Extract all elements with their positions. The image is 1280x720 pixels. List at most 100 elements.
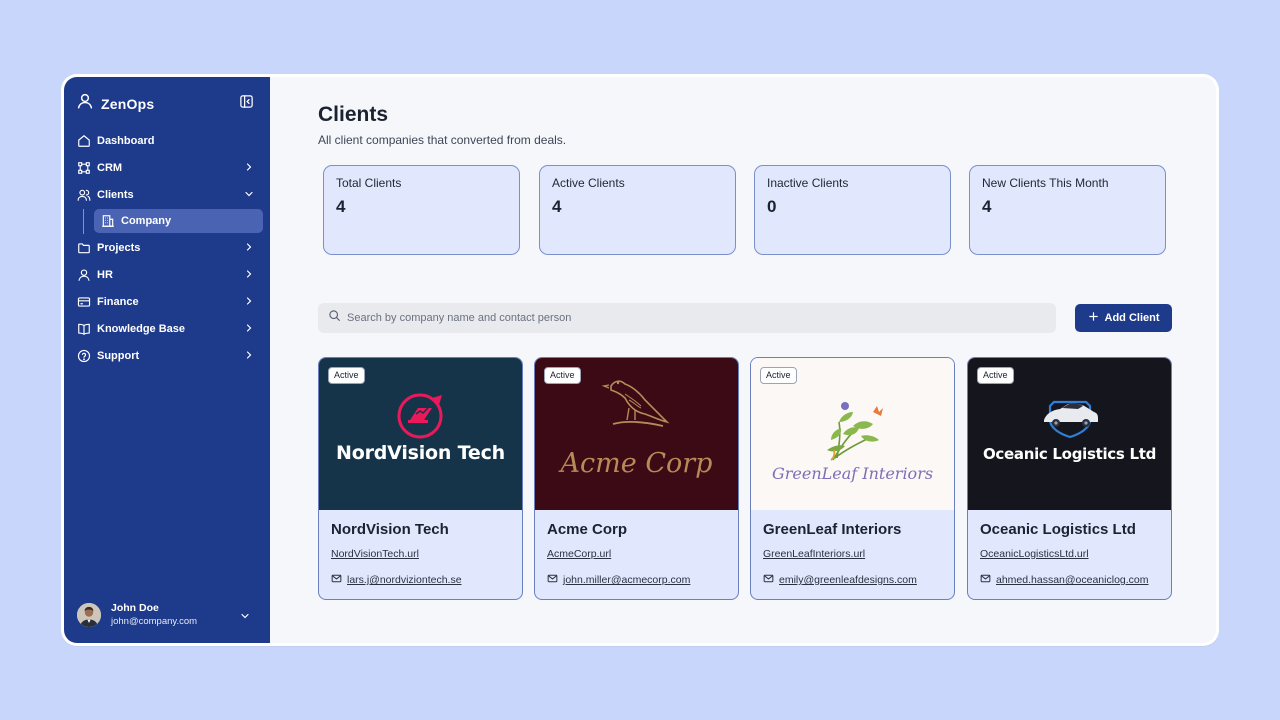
car-shield-logo-icon bbox=[1044, 400, 1098, 438]
chevron-right-icon bbox=[243, 241, 255, 253]
brand-name: ZenOps bbox=[101, 95, 155, 112]
client-website-link[interactable]: AcmeCorp.url bbox=[547, 548, 611, 560]
chevron-right-icon bbox=[243, 161, 255, 173]
client-card-nordvision-tech[interactable]: Active NordVision Tech NordVision Tech N… bbox=[318, 357, 523, 600]
sidebar-item-finance[interactable]: Finance bbox=[70, 289, 263, 314]
search-icon bbox=[328, 309, 341, 327]
sidebar-item-knowledge-base[interactable]: Knowledge Base bbox=[70, 316, 263, 341]
sidebar-item-label: HR bbox=[97, 268, 113, 281]
user-menu[interactable]: John Doe john@company.com bbox=[77, 600, 257, 630]
search-bar[interactable] bbox=[318, 303, 1056, 333]
client-email-link[interactable]: ahmed.hassan@oceaniclog.com bbox=[996, 574, 1149, 586]
client-card-acme-corp[interactable]: Active Acme Corp Acme Corp AcmeCorp.url … bbox=[534, 357, 739, 600]
client-email-row: emily@greenleafdesigns.com bbox=[763, 571, 942, 589]
client-email-link[interactable]: lars.j@nordviziontech.se bbox=[347, 574, 462, 586]
main-content: Clients All client companies that conver… bbox=[270, 77, 1216, 643]
page-title: Clients bbox=[318, 103, 389, 126]
mail-icon bbox=[980, 571, 991, 589]
sidebar-item-label: Dashboard bbox=[97, 134, 155, 147]
plant-logo-icon bbox=[827, 402, 883, 461]
sidebar-item-hr[interactable]: HR bbox=[70, 262, 263, 287]
sidebar-item-support[interactable]: Support bbox=[70, 343, 263, 368]
users-icon bbox=[77, 188, 91, 202]
stat-label: Total Clients bbox=[336, 176, 402, 190]
status-badge: Active bbox=[977, 367, 1014, 384]
card-body: Acme Corp AcmeCorp.url john.miller@acmec… bbox=[535, 510, 738, 599]
sidebar-item-label: Finance bbox=[97, 295, 139, 308]
add-client-button[interactable]: Add Client bbox=[1075, 304, 1172, 332]
client-card-oceanic-logistics[interactable]: Active Oceanic Logistics Ltd Oceanic Log… bbox=[967, 357, 1172, 600]
client-logo-text: NordVision Tech bbox=[336, 442, 505, 464]
folder-icon bbox=[77, 241, 91, 255]
sidebar-item-label: Clients bbox=[97, 188, 134, 201]
chevron-right-icon bbox=[243, 349, 255, 361]
sidebar-item-dashboard[interactable]: Dashboard bbox=[70, 128, 263, 153]
status-badge: Active bbox=[544, 367, 581, 384]
sidebar-item-label: CRM bbox=[97, 161, 123, 174]
crm-icon bbox=[77, 161, 91, 175]
sidebar-collapse-icon[interactable] bbox=[239, 94, 254, 109]
client-email-row: lars.j@nordviziontech.se bbox=[331, 571, 510, 589]
chevron-right-icon bbox=[243, 268, 255, 280]
subnav-divider bbox=[83, 209, 84, 234]
stat-value: 4 bbox=[552, 197, 562, 216]
sidebar-item-crm[interactable]: CRM bbox=[70, 155, 263, 180]
client-logo-text: GreenLeaf Interiors bbox=[771, 464, 934, 483]
client-logo-text: Oceanic Logistics Ltd bbox=[982, 445, 1157, 463]
client-name: Oceanic Logistics Ltd bbox=[980, 521, 1136, 538]
brand[interactable]: ZenOps bbox=[76, 92, 154, 115]
client-logo-image: Active Acme Corp bbox=[535, 358, 738, 510]
chevron-right-icon bbox=[243, 295, 255, 307]
client-email-link[interactable]: emily@greenleafdesigns.com bbox=[779, 574, 917, 586]
book-icon bbox=[77, 322, 91, 336]
stat-card-total-clients: Total Clients 4 bbox=[323, 165, 520, 255]
chevron-down-icon[interactable] bbox=[239, 609, 251, 621]
search-input[interactable] bbox=[347, 312, 1027, 324]
sidebar-item-label: Company bbox=[121, 215, 172, 227]
client-logo-text: Acme Corp bbox=[560, 448, 713, 479]
client-card-greenleaf-interiors[interactable]: Active GreenLeaf Interiors GreenLeaf Int… bbox=[750, 357, 955, 600]
stat-value: 4 bbox=[336, 197, 346, 216]
home-icon bbox=[77, 134, 91, 148]
card-body: GreenLeaf Interiors GreenLeafInteriors.u… bbox=[751, 510, 954, 599]
mail-icon bbox=[331, 571, 342, 589]
app-frame: ZenOps Dashboard CRM Clients Company Pro… bbox=[61, 74, 1219, 646]
chevron-right-icon bbox=[243, 322, 255, 334]
stat-value: 4 bbox=[982, 197, 992, 216]
sidebar-subnav-clients: Company bbox=[70, 209, 263, 234]
stat-card-active-clients: Active Clients 4 bbox=[539, 165, 736, 255]
bird-logo-icon bbox=[601, 380, 670, 427]
user-logo-icon bbox=[76, 92, 94, 115]
stat-label: Active Clients bbox=[552, 176, 625, 190]
sidebar-nav: Dashboard CRM Clients Company Projects H… bbox=[70, 128, 263, 370]
client-logo-image: Active Oceanic Logistics Ltd bbox=[968, 358, 1171, 510]
card-body: Oceanic Logistics Ltd OceanicLogisticsLt… bbox=[968, 510, 1171, 599]
client-website-link[interactable]: GreenLeafInteriors.url bbox=[763, 548, 865, 560]
client-website-link[interactable]: NordVisionTech.url bbox=[331, 548, 419, 560]
chevron-down-icon bbox=[243, 188, 255, 200]
stat-card-new-clients: New Clients This Month 4 bbox=[969, 165, 1166, 255]
client-website-link[interactable]: OceanicLogisticsLtd.url bbox=[980, 548, 1089, 560]
app-window: ZenOps Dashboard CRM Clients Company Pro… bbox=[64, 77, 1216, 643]
client-name: Acme Corp bbox=[547, 521, 628, 538]
mail-icon bbox=[547, 571, 558, 589]
status-badge: Active bbox=[760, 367, 797, 384]
sidebar-item-label: Knowledge Base bbox=[97, 322, 186, 335]
status-badge: Active bbox=[328, 367, 365, 384]
user-name: John Doe bbox=[111, 602, 159, 614]
stat-value: 0 bbox=[767, 197, 777, 216]
user-icon bbox=[77, 268, 91, 282]
sidebar-item-label: Support bbox=[97, 349, 140, 362]
client-email-row: ahmed.hassan@oceaniclog.com bbox=[980, 571, 1159, 589]
help-circle-icon bbox=[77, 349, 91, 363]
stat-label: New Clients This Month bbox=[982, 176, 1109, 190]
building-icon bbox=[101, 214, 115, 228]
sidebar-item-projects[interactable]: Projects bbox=[70, 235, 263, 260]
client-logo-image: Active NordVision Tech bbox=[319, 358, 522, 510]
sidebar-item-clients[interactable]: Clients bbox=[70, 182, 263, 207]
page-subtitle: All client companies that converted from… bbox=[318, 133, 567, 147]
sidebar-item-company[interactable]: Company bbox=[94, 209, 263, 233]
add-client-label: Add Client bbox=[1104, 312, 1160, 324]
client-email-link[interactable]: john.miller@acmecorp.com bbox=[563, 574, 690, 586]
user-email: john@company.com bbox=[111, 616, 198, 627]
